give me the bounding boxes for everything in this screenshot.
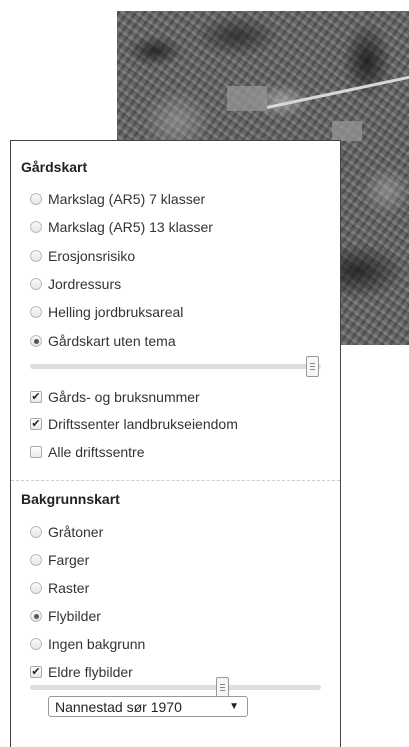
map-field: [227, 86, 267, 111]
checkbox-option[interactable]: ✔ Gårds- og bruksnummer: [30, 386, 200, 408]
checkbox-label: Alle driftssentre: [48, 444, 145, 460]
radio-option[interactable]: Gårdskart uten tema: [30, 330, 176, 352]
radio-button[interactable]: [30, 638, 42, 650]
section-title-bakgrunnskart: Bakgrunnskart: [21, 491, 120, 507]
radio-button[interactable]: [30, 526, 42, 538]
radio-option[interactable]: Ingen bakgrunn: [30, 633, 145, 655]
checkbox-label: Gårds- og bruksnummer: [48, 389, 200, 405]
checkbox[interactable]: [30, 446, 42, 458]
radio-label: Farger: [48, 552, 90, 568]
radio-option[interactable]: Flybilder: [30, 605, 101, 627]
radio-option[interactable]: Gråtoner: [30, 521, 103, 543]
layer-panel: Gårdskart Markslag (AR5) 7 klasser Marks…: [10, 140, 341, 747]
radio-button-selected[interactable]: [30, 610, 42, 622]
radio-label: Gårdskart uten tema: [48, 333, 176, 349]
section-divider: [11, 480, 340, 481]
radio-option[interactable]: Raster: [30, 577, 89, 599]
radio-option[interactable]: Erosjonsrisiko: [30, 245, 135, 267]
radio-button[interactable]: [30, 278, 42, 290]
radio-option[interactable]: Jordressurs: [30, 273, 121, 295]
radio-label: Ingen bakgrunn: [48, 636, 146, 652]
radio-label: Flybilder: [48, 608, 101, 624]
checkbox[interactable]: ✔: [30, 666, 42, 678]
checkbox[interactable]: ✔: [30, 418, 42, 430]
checkbox[interactable]: ✔: [30, 391, 42, 403]
radio-button[interactable]: [30, 221, 42, 233]
radio-label: Markslag (AR5) 7 klasser: [48, 191, 206, 207]
radio-label: Markslag (AR5) 13 klasser: [48, 219, 213, 235]
historic-photo-select[interactable]: Nannestad sør 1970 ▼: [48, 696, 248, 717]
radio-button[interactable]: [30, 582, 42, 594]
select-value: Nannestad sør 1970: [55, 698, 182, 715]
radio-option[interactable]: Markslag (AR5) 13 klasser: [30, 216, 213, 238]
slider-handle[interactable]: [306, 356, 319, 377]
radio-option[interactable]: Helling jordbruksareal: [30, 301, 183, 323]
radio-button-selected[interactable]: [30, 335, 42, 347]
radio-label: Erosjonsrisiko: [48, 248, 136, 264]
section-title-gardskart: Gårdskart: [21, 159, 88, 175]
radio-label: Jordressurs: [48, 276, 122, 292]
radio-option[interactable]: Farger: [30, 549, 89, 571]
gardskart-opacity-slider[interactable]: [30, 356, 321, 377]
checkbox-option[interactable]: Alle driftssentre: [30, 441, 144, 463]
radio-button[interactable]: [30, 554, 42, 566]
radio-label: Helling jordbruksareal: [48, 304, 184, 320]
checkbox-option[interactable]: ✔ Driftssenter landbrukseiendom: [30, 413, 238, 435]
slider-handle[interactable]: [216, 677, 229, 698]
radio-label: Gråtoner: [48, 524, 104, 540]
radio-label: Raster: [48, 580, 90, 596]
bakgrunnskart-opacity-slider[interactable]: [30, 677, 321, 698]
checkbox-label: Eldre flybilder: [48, 664, 133, 680]
chevron-down-icon: ▼: [229, 701, 239, 712]
radio-button[interactable]: [30, 193, 42, 205]
radio-option[interactable]: Markslag (AR5) 7 klasser: [30, 188, 205, 210]
map-field: [332, 121, 362, 141]
checkbox-label: Driftssenter landbrukseiendom: [48, 416, 238, 432]
map-road: [266, 74, 409, 109]
radio-button[interactable]: [30, 306, 42, 318]
radio-button[interactable]: [30, 250, 42, 262]
checkbox-option[interactable]: ✔ Eldre flybilder: [30, 661, 133, 683]
